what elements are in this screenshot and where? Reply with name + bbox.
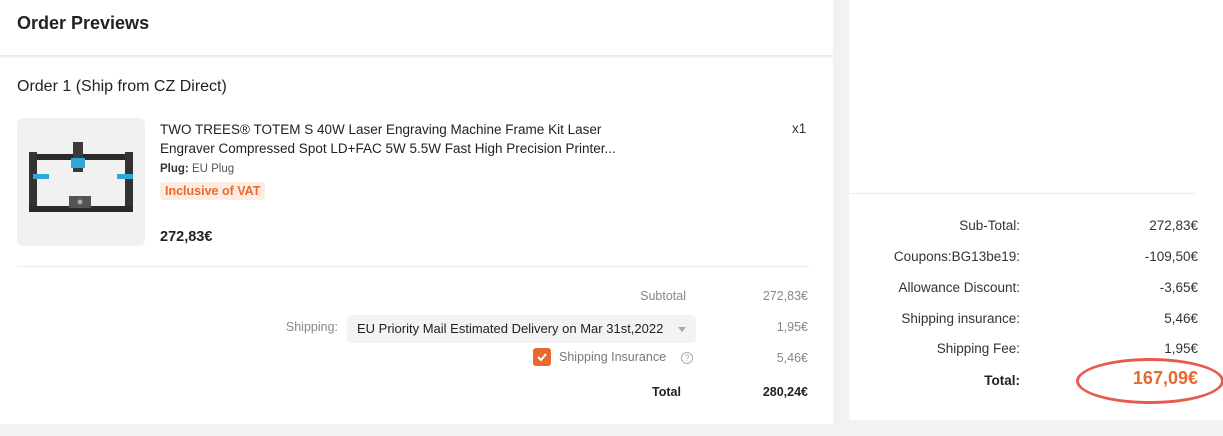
product-name-line1: TWO TREES® TOTEM S 40W Laser Engraving M…: [160, 122, 602, 137]
annotation-circle: [1076, 358, 1223, 404]
subtotal-value: 272,83€: [762, 289, 808, 303]
summary-row-coupon: Coupons:BG13be19: -109,50€: [849, 249, 1223, 269]
shipping-method-select[interactable]: EU Priority Mail Estimated Delivery on M…: [347, 315, 696, 343]
product-variant: Plug: EU Plug: [160, 163, 234, 175]
product-price: 272,83€: [160, 229, 213, 245]
summary-panel: Sub-Total: 272,83€ Coupons:BG13be19: -10…: [849, 0, 1223, 420]
insurance-value: 5,46€: [776, 351, 808, 365]
laser-engraver-image: [29, 142, 133, 212]
summary-row-label: Sub-Total:: [959, 218, 1020, 233]
order-card: Order 1 (Ship from CZ Direct) TWO TREES®…: [0, 58, 833, 424]
summary-row-value: -109,50€: [1144, 249, 1198, 264]
summary-row-label: Shipping insurance:: [901, 311, 1020, 326]
order-previews-panel: Order Previews Order 1 (Ship from CZ Dir…: [0, 0, 833, 424]
product-name[interactable]: TWO TREES® TOTEM S 40W Laser Engraving M…: [160, 120, 680, 158]
check-icon: [537, 353, 547, 362]
summary-row-label: Shipping Fee:: [936, 341, 1020, 356]
order-title: Order 1 (Ship from CZ Direct): [17, 78, 227, 95]
summary-divider: [849, 193, 1196, 194]
shipping-method-value: EU Priority Mail Estimated Delivery on M…: [357, 321, 664, 336]
product-name-line2: Engraver Compressed Spot LD+FAC 5W 5.5W …: [160, 141, 616, 156]
shipping-value: 1,95€: [776, 320, 808, 334]
summary-row-value: 272,83€: [1149, 218, 1198, 233]
summary-row-value: -3,65€: [1159, 280, 1198, 295]
product-image[interactable]: [17, 118, 145, 246]
product-quantity: x1: [792, 121, 807, 136]
summary-row-insurance: Shipping insurance: 5,46€: [849, 311, 1223, 331]
question-circle-icon[interactable]: ?: [681, 352, 693, 364]
summary-row-value: 1,95€: [1164, 341, 1198, 356]
variant-value: EU Plug: [191, 163, 235, 175]
vat-badge: Inclusive of VAT: [160, 182, 266, 200]
summary-row-value: 5,46€: [1164, 311, 1198, 326]
subtotal-label: Subtotal: [640, 289, 686, 303]
page-title: Order Previews: [17, 13, 150, 33]
shipping-insurance-checkbox[interactable]: [533, 348, 551, 366]
summary-row-subtotal: Sub-Total: 272,83€: [849, 218, 1223, 238]
summary-row-label: Allowance Discount:: [898, 280, 1020, 295]
variant-label: Plug:: [160, 163, 189, 175]
shipping-insurance-label[interactable]: Shipping Insurance: [559, 350, 666, 364]
caret-down-icon: [678, 327, 686, 332]
summary-row-allowance: Allowance Discount: -3,65€: [849, 280, 1223, 300]
grand-total-label: Total:: [984, 373, 1020, 388]
summary-row-label: Coupons:BG13be19:: [893, 249, 1020, 264]
divider: [17, 266, 809, 267]
shipping-label: Shipping:: [285, 320, 338, 334]
card-header: Order Previews: [0, 0, 833, 56]
total-label: Total: [652, 385, 681, 399]
total-value: 280,24€: [762, 385, 808, 399]
